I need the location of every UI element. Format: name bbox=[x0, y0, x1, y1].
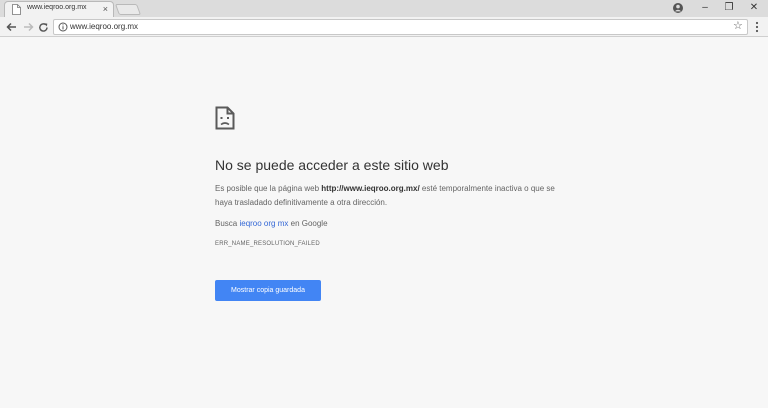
close-icon[interactable]: × bbox=[103, 3, 108, 15]
suggestion-prefix: Busca bbox=[215, 219, 240, 228]
page-icon bbox=[12, 4, 21, 15]
error-description: Es posible que la página web http://www.… bbox=[215, 182, 565, 210]
search-link[interactable]: ieqroo org mx bbox=[239, 219, 288, 228]
error-title: No se puede acceder a este sitio web bbox=[215, 157, 449, 173]
menu-icon[interactable] bbox=[752, 20, 762, 34]
reload-icon bbox=[38, 22, 48, 32]
new-tab-button[interactable] bbox=[114, 4, 142, 15]
forward-button[interactable] bbox=[21, 19, 35, 35]
toolbar: www.ieqroo.org.mx bbox=[0, 17, 768, 37]
minimize-button[interactable]: – bbox=[692, 0, 718, 17]
error-description-text: Es posible que la página web bbox=[215, 184, 322, 193]
error-url: http://www.ieqroo.org.mx/ bbox=[321, 184, 420, 193]
error-code: ERR_NAME_RESOLUTION_FAILED bbox=[215, 241, 320, 247]
back-button[interactable] bbox=[4, 19, 18, 35]
url-text[interactable]: www.ieqroo.org.mx bbox=[70, 22, 138, 31]
suggestion-suffix: en Google bbox=[288, 219, 328, 228]
search-suggestion: Busca ieqroo org mx en Google bbox=[215, 219, 328, 228]
info-icon[interactable] bbox=[58, 22, 68, 32]
tab-title: www.ieqroo.org.mx bbox=[27, 4, 87, 11]
close-window-button[interactable]: ✕ bbox=[741, 0, 767, 17]
maximize-button[interactable]: ❐ bbox=[716, 0, 742, 17]
back-icon bbox=[5, 22, 16, 32]
sad-page-icon bbox=[215, 106, 235, 130]
title-bar: www.ieqroo.org.mx × – ❐ ✕ bbox=[0, 0, 768, 17]
show-cached-copy-button[interactable]: Mostrar copia guardada bbox=[215, 280, 321, 301]
forward-icon bbox=[23, 22, 34, 32]
profile-icon[interactable] bbox=[672, 2, 684, 14]
reload-button[interactable] bbox=[36, 19, 50, 35]
error-page: No se puede acceder a este sitio web Es … bbox=[0, 38, 768, 408]
star-icon[interactable]: ☆ bbox=[733, 19, 745, 33]
address-bar[interactable]: www.ieqroo.org.mx bbox=[53, 19, 748, 35]
browser-tab[interactable]: www.ieqroo.org.mx × bbox=[4, 1, 114, 17]
